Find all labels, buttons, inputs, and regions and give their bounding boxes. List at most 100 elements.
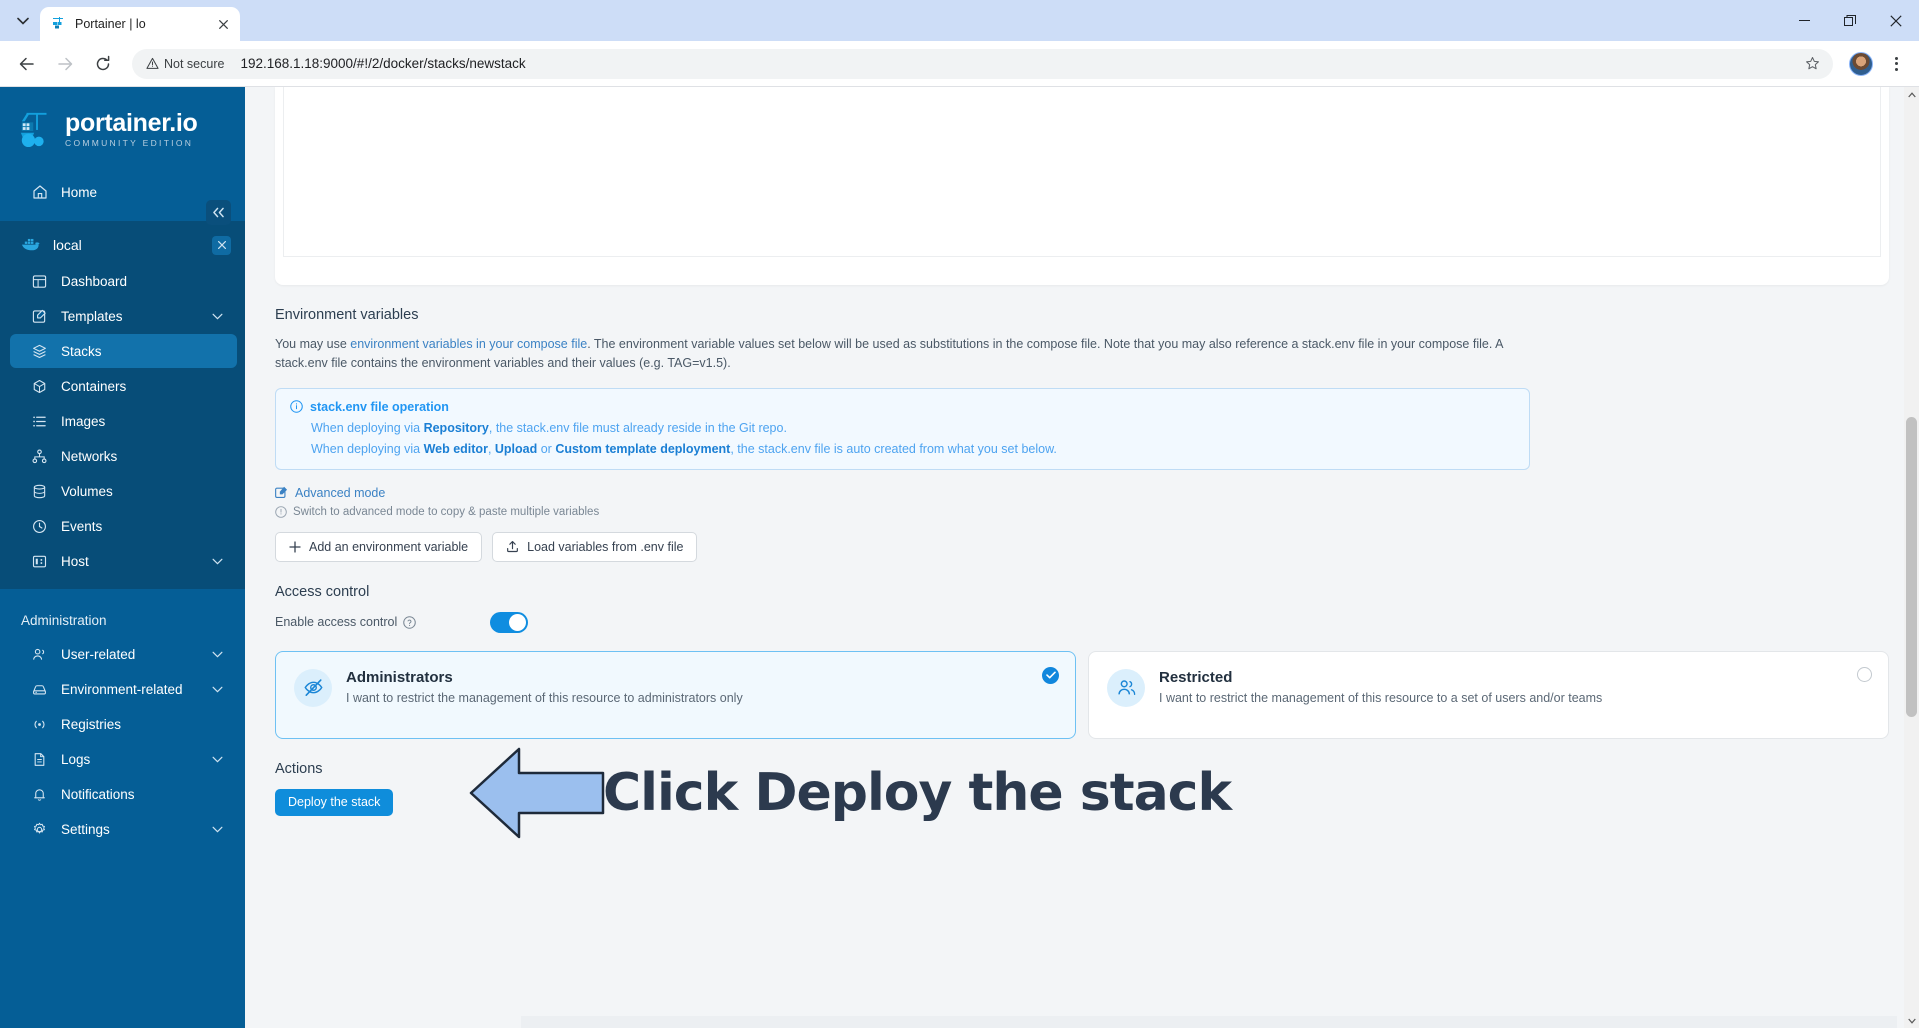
chevron-down-icon[interactable]: [212, 756, 223, 763]
portainer-logo-icon: [18, 109, 56, 149]
sidebar-item-label: Templates: [61, 309, 199, 324]
load-env-file-label: Load variables from .env file: [527, 540, 683, 554]
sidebar-item-host[interactable]: Host: [10, 544, 237, 578]
tab-search-icon[interactable]: [6, 4, 40, 38]
scroll-up-arrow[interactable]: [1904, 87, 1919, 102]
infobox-line-webeditor: When deploying via Web editor, Upload or…: [290, 442, 1515, 456]
access-option-administrators[interactable]: Administrators I want to restrict the ma…: [275, 651, 1076, 739]
section-title-access-control: Access control: [275, 584, 1889, 600]
load-env-file-button[interactable]: Load variables from .env file: [492, 532, 697, 562]
scroll-down-arrow[interactable]: [1904, 1013, 1919, 1028]
sidebar-item-logs[interactable]: Logs: [10, 742, 237, 776]
security-label: Not secure: [164, 57, 224, 71]
environment-icon: [31, 681, 48, 698]
advanced-mode-toggle[interactable]: Advanced mode: [275, 486, 1889, 500]
access-option-description: I want to restrict the management of thi…: [1159, 691, 1602, 705]
access-option-restricted[interactable]: Restricted I want to restrict the manage…: [1088, 651, 1889, 739]
access-option-text: Restricted I want to restrict the manage…: [1159, 669, 1602, 705]
scroll-thumb[interactable]: [1906, 417, 1917, 717]
web-editor-card: [275, 87, 1889, 285]
compose-file-link[interactable]: environment variables in your compose fi…: [350, 337, 587, 351]
sidebar-environment-label: local: [53, 237, 201, 253]
sidebar-item-events[interactable]: Events: [10, 509, 237, 543]
close-icon[interactable]: [1873, 0, 1919, 41]
sidebar-item-dashboard[interactable]: Dashboard: [10, 264, 237, 298]
avatar[interactable]: [1849, 52, 1873, 76]
networks-icon: [31, 448, 48, 465]
plus-icon: [289, 541, 301, 553]
sidebar-item-environment-related[interactable]: Environment-related: [10, 672, 237, 706]
chevron-down-icon[interactable]: [212, 651, 223, 658]
double-chevron-left-icon[interactable]: [206, 200, 231, 225]
enable-access-control-label-wrap: Enable access control: [275, 615, 490, 629]
sidebar-environment-header[interactable]: local: [0, 227, 245, 263]
sidebar-item-label: Volumes: [61, 484, 223, 499]
kebab-menu-icon[interactable]: [1883, 51, 1909, 77]
page-scrollbar[interactable]: [1904, 87, 1919, 1028]
sidebar-item-settings[interactable]: Settings: [10, 812, 237, 846]
section-title-environment-variables: Environment variables: [275, 307, 1889, 323]
containers-icon: [31, 378, 48, 395]
close-icon[interactable]: [214, 15, 232, 33]
host-icon: [31, 553, 48, 570]
web-editor-area[interactable]: [283, 87, 1881, 257]
question-circle-icon[interactable]: [403, 616, 416, 629]
sidebar-item-registries[interactable]: Registries: [10, 707, 237, 741]
sidebar-item-label: Host: [61, 554, 199, 569]
check-circle-icon[interactable]: [1042, 667, 1059, 684]
logo-edition: COMMUNITY EDITION: [65, 139, 198, 148]
bell-icon: [31, 786, 48, 803]
security-status[interactable]: Not secure: [142, 54, 232, 74]
tab-title: Portainer | lo: [75, 17, 206, 31]
sidebar-item-label: Events: [61, 519, 223, 534]
add-environment-variable-button[interactable]: Add an environment variable: [275, 532, 482, 562]
upload-icon: [506, 540, 519, 553]
sidebar-item-home[interactable]: Home: [10, 175, 237, 209]
environment-variables-section: Environment variables You may use enviro…: [245, 307, 1919, 562]
sidebar-item-label: Stacks: [61, 344, 223, 359]
minimize-icon[interactable]: [1781, 0, 1827, 41]
images-icon: [31, 413, 48, 430]
radio-empty-icon[interactable]: [1857, 667, 1872, 682]
access-option-title: Restricted: [1159, 669, 1602, 686]
browser-tab[interactable]: Portainer | lo: [40, 7, 240, 41]
sidebar-item-templates[interactable]: Templates: [10, 299, 237, 333]
close-icon[interactable]: [212, 236, 231, 255]
sidebar-nav: Home loc: [0, 175, 245, 846]
access-control-options: Administrators I want to restrict the ma…: [275, 651, 1889, 739]
sidebar-item-images[interactable]: Images: [10, 404, 237, 438]
info-circle-icon: [275, 506, 287, 518]
sidebar-item-label: Notifications: [61, 787, 223, 802]
chevron-down-icon[interactable]: [212, 686, 223, 693]
sidebar-item-label: Registries: [61, 717, 223, 732]
environment-variables-description: You may use environment variables in you…: [275, 335, 1530, 374]
section-title-actions: Actions: [275, 761, 1889, 777]
chevron-down-icon[interactable]: [212, 313, 223, 320]
chevron-down-icon[interactable]: [212, 558, 223, 565]
restore-icon[interactable]: [1827, 0, 1873, 41]
enable-access-control-row: Enable access control: [275, 612, 1889, 633]
infobox-title: stack.env file operation: [310, 400, 449, 414]
sidebar-item-stacks[interactable]: Stacks: [10, 334, 237, 368]
reload-icon[interactable]: [86, 47, 120, 81]
star-icon[interactable]: [1799, 51, 1825, 77]
chevron-down-icon[interactable]: [212, 826, 223, 833]
access-option-title: Administrators: [346, 669, 743, 686]
deploy-the-stack-button[interactable]: Deploy the stack: [275, 789, 393, 816]
infobox-line2-or: or: [537, 442, 555, 456]
sidebar-item-notifications[interactable]: Notifications: [10, 777, 237, 811]
sidebar-item-networks[interactable]: Networks: [10, 439, 237, 473]
volumes-icon: [31, 483, 48, 500]
gear-icon: [31, 821, 48, 838]
url-text[interactable]: 192.168.1.18:9000/#!/2/docker/stacks/new…: [240, 56, 1799, 71]
forward-arrow-icon: [48, 47, 82, 81]
enable-access-control-toggle[interactable]: [490, 612, 528, 633]
address-bar[interactable]: Not secure 192.168.1.18:9000/#!/2/docker…: [132, 49, 1833, 79]
sidebar-item-containers[interactable]: Containers: [10, 369, 237, 403]
sidebar-item-label: Dashboard: [61, 274, 223, 289]
sidebar-logo[interactable]: portainer.io COMMUNITY EDITION: [0, 87, 245, 149]
back-arrow-icon[interactable]: [10, 47, 44, 81]
sidebar-item-volumes[interactable]: Volumes: [10, 474, 237, 508]
left-arrow-annotation: [467, 743, 607, 843]
sidebar-item-user-related[interactable]: User-related: [10, 637, 237, 671]
